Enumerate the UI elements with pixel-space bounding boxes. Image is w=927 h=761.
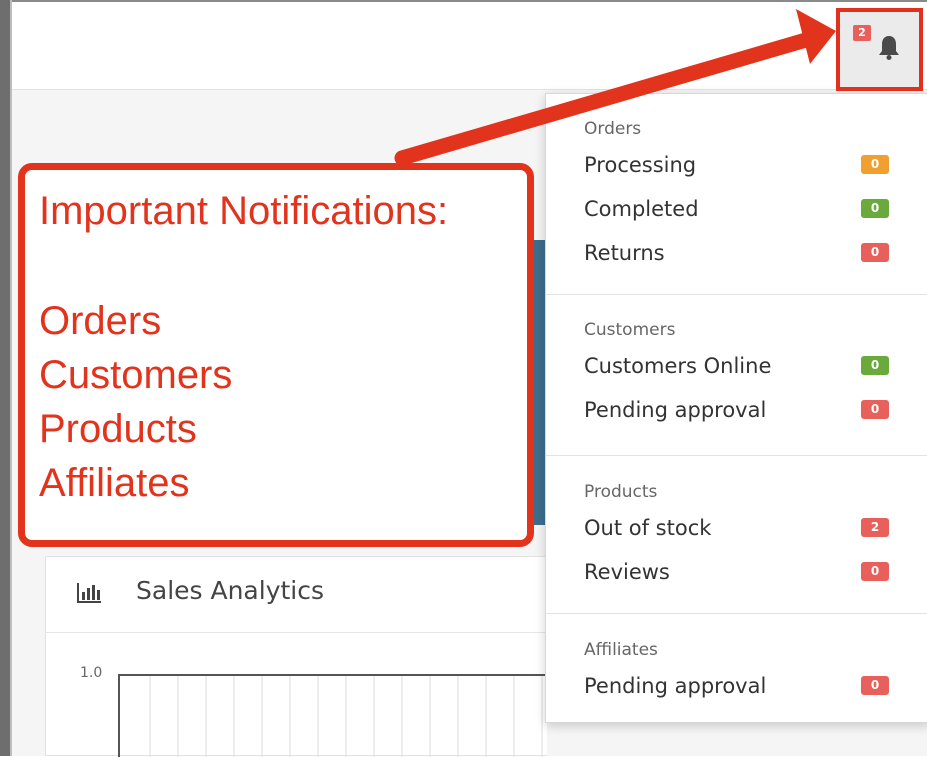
notification-count-badge: 2	[853, 25, 871, 41]
annotation-arrow	[394, 9, 836, 166]
bell-icon	[879, 36, 899, 60]
notifications-bell-button[interactable]: 2	[836, 8, 923, 91]
